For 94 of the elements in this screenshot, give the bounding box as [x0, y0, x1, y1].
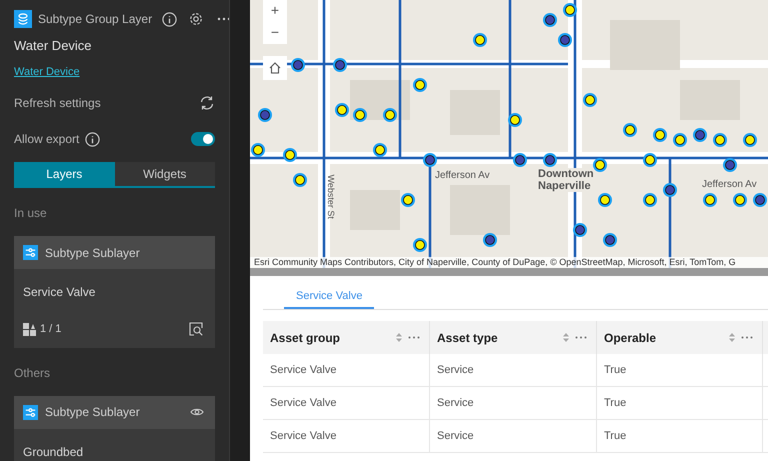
- table-cell-text: Service: [437, 428, 474, 444]
- layer-link[interactable]: Water Device: [14, 64, 80, 80]
- device-symbol[interactable]: [543, 153, 557, 167]
- device-symbol[interactable]: [543, 13, 557, 27]
- layers-tab[interactable]: Layers: [14, 162, 114, 186]
- sublayer-title: Subtype Sublayer: [45, 244, 140, 262]
- sublayer-name: Groundbed: [22, 444, 84, 460]
- more-icon[interactable]: [217, 17, 229, 21]
- export-label: Allow export: [14, 131, 80, 148]
- layer-name: Water Device: [14, 37, 93, 55]
- table-cell-text: Service Valve: [270, 428, 336, 444]
- device-symbol[interactable]: [653, 128, 667, 142]
- layer-group-icon: [14, 10, 32, 28]
- device-symbol[interactable]: [413, 78, 427, 92]
- device-symbol[interactable]: [513, 153, 527, 167]
- device-symbol[interactable]: [643, 193, 657, 207]
- device-symbol[interactable]: [251, 143, 265, 157]
- sublayer-name: Service Valve: [22, 284, 96, 301]
- device-symbol[interactable]: [733, 193, 747, 207]
- device-symbol[interactable]: [693, 128, 707, 142]
- table-cell-text: Service: [437, 396, 474, 411]
- device-symbol[interactable]: [603, 233, 617, 247]
- sublayer-card[interactable]: Subtype Sublayer Service Valve 1 / 1: [14, 236, 215, 348]
- device-symbol[interactable]: [643, 153, 657, 167]
- device-symbol[interactable]: [743, 133, 757, 147]
- column-header[interactable]: Asset group: [263, 321, 430, 354]
- more-icon[interactable]: [741, 336, 753, 339]
- map-label: Downtown Naperville: [538, 168, 594, 192]
- column-header[interactable]: Asset type: [430, 321, 597, 354]
- layers-tab[interactable]: Widgets: [114, 162, 215, 186]
- device-symbol[interactable]: [291, 58, 305, 72]
- device-symbol[interactable]: [401, 193, 415, 207]
- column-title: Asset type: [437, 330, 498, 346]
- device-symbol[interactable]: [373, 143, 387, 157]
- column-title: Asset group: [270, 330, 340, 346]
- device-symbol[interactable]: [573, 223, 587, 237]
- settings-icon[interactable]: [189, 12, 204, 26]
- device-symbol[interactable]: [413, 238, 427, 252]
- device-symbol[interactable]: [483, 233, 497, 247]
- device-symbol[interactable]: [593, 158, 607, 172]
- device-symbol[interactable]: [473, 33, 487, 47]
- feature-count: 1 / 1: [40, 322, 62, 337]
- device-symbol[interactable]: [508, 113, 522, 127]
- sublayer-card[interactable]: Subtype Sublayer Groundbed: [14, 396, 215, 461]
- device-symbol[interactable]: [598, 193, 612, 207]
- section-heading: Others: [14, 364, 52, 382]
- zoom-to-icon[interactable]: [189, 322, 203, 336]
- table-cell-text: Service Valve: [270, 362, 336, 378]
- device-symbol[interactable]: [713, 133, 727, 147]
- map-view[interactable]: + − Jefferson Av Downtown Naperville Webster St Jefferson Av Esri Community Maps Contributors, City of Naperville, County of DuPage, © OpenStreetMap, Microsoft, Esri, TomTom, G: [250, 0, 768, 268]
- sublayer-icon: [23, 404, 38, 420]
- export-toggle[interactable]: [191, 132, 215, 146]
- device-symbol[interactable]: [663, 183, 677, 197]
- sublayer-title: Subtype Sublayer: [45, 404, 140, 421]
- table-cell-text: True: [604, 396, 626, 411]
- section-heading: In use: [14, 205, 48, 222]
- device-symbol[interactable]: [335, 103, 349, 117]
- device-symbol[interactable]: [293, 173, 307, 187]
- info-icon[interactable]: [85, 132, 100, 146]
- device-symbol[interactable]: [583, 93, 597, 107]
- device-symbol[interactable]: [558, 33, 572, 47]
- refresh-icon[interactable]: [199, 95, 215, 111]
- refresh-label: Refresh settings: [14, 95, 101, 112]
- table-cell-text: Service: [437, 362, 474, 378]
- device-symbol[interactable]: [258, 108, 272, 122]
- device-symbol[interactable]: [383, 108, 397, 122]
- column-header[interactable]: Operable: [597, 321, 763, 354]
- visibility-icon[interactable]: [190, 407, 204, 417]
- zoom-out-button[interactable]: −: [263, 20, 287, 44]
- table-cell-text: Service Valve: [270, 396, 336, 411]
- more-icon[interactable]: [408, 336, 420, 339]
- device-symbol[interactable]: [353, 108, 367, 122]
- device-symbol[interactable]: [563, 3, 577, 17]
- home-icon: [269, 62, 281, 74]
- column-title: Operable: [604, 330, 656, 346]
- sublayer-icon: [23, 245, 38, 260]
- map-label: Webster St: [324, 174, 337, 219]
- features-icon: [23, 322, 36, 336]
- device-symbol[interactable]: [283, 148, 297, 162]
- device-symbol[interactable]: [723, 158, 737, 172]
- more-icon[interactable]: [575, 336, 587, 339]
- device-symbol[interactable]: [623, 123, 637, 137]
- device-symbol[interactable]: [703, 193, 717, 207]
- info-icon[interactable]: [162, 12, 178, 26]
- home-button[interactable]: [263, 56, 287, 80]
- zoom-in-button[interactable]: +: [263, 0, 287, 20]
- device-symbol[interactable]: [753, 193, 767, 207]
- device-symbol[interactable]: [673, 133, 687, 147]
- table-cell-text: True: [604, 428, 626, 444]
- device-symbol[interactable]: [423, 153, 437, 167]
- map-attribution: Esri Community Maps Contributors, City of Naperville, County of DuPage, © OpenStreetMap, Microsoft, Esri, TomTom, G: [250, 257, 768, 268]
- table-cell-text: True: [604, 362, 626, 378]
- device-symbol[interactable]: [333, 58, 347, 72]
- panel-title: Subtype Group Layer: [38, 11, 152, 28]
